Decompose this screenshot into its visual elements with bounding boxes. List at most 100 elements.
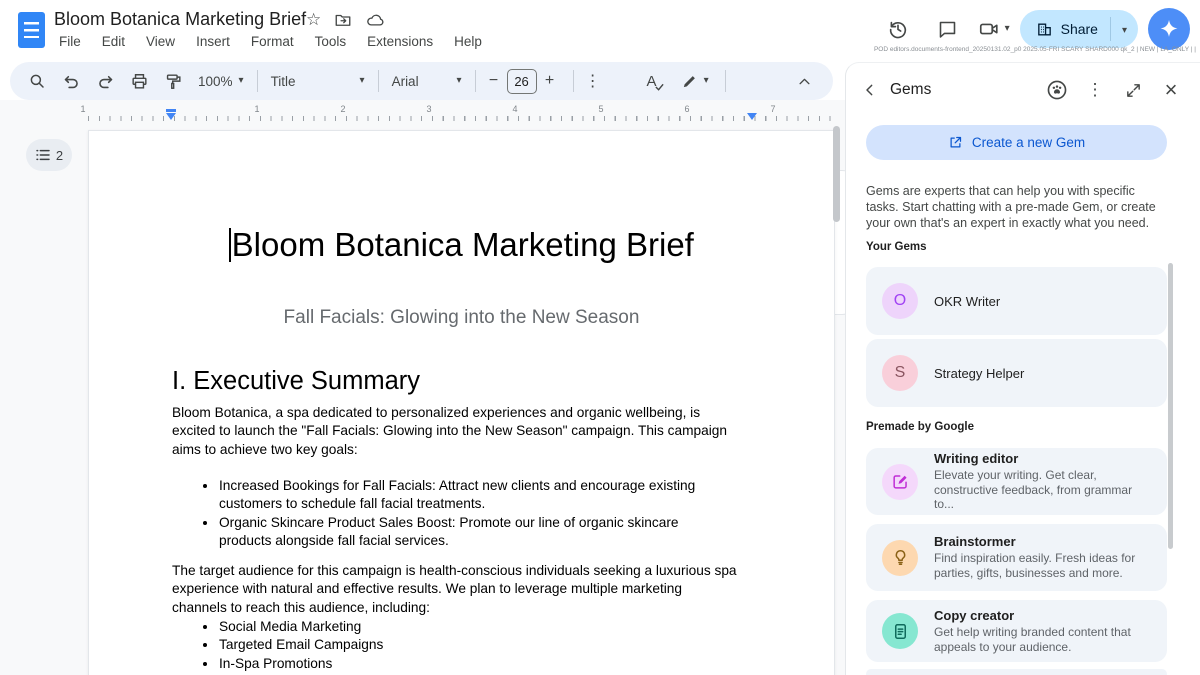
font-size-input[interactable]: 26: [507, 69, 537, 94]
gemini-button[interactable]: [1148, 8, 1190, 50]
document-title-input[interactable]: Bloom Botanica Marketing Brief: [54, 9, 306, 30]
paint-format-button[interactable]: [156, 66, 190, 96]
gems-description: Gems are experts that can help you with …: [866, 184, 1169, 231]
ruler-number: 5: [598, 104, 603, 114]
font-family-value: Arial: [392, 74, 419, 89]
right-indent-marker[interactable]: [747, 113, 757, 120]
gem-card-okr-writer[interactable]: O OKR Writer: [866, 267, 1167, 335]
document-lines-icon: [882, 613, 918, 649]
menu-file[interactable]: File: [52, 32, 88, 51]
gem-card-brainstormer[interactable]: Brainstormer Find inspiration easily. Fr…: [866, 524, 1167, 591]
paragraph-style-select[interactable]: Title ▾: [263, 66, 373, 96]
doc-bullet-item[interactable]: In-Spa Promotions: [218, 655, 734, 673]
undo-button[interactable]: [54, 66, 88, 96]
toolbar-divider: [475, 70, 476, 92]
menu-insert[interactable]: Insert: [189, 32, 237, 51]
comments-button[interactable]: [928, 9, 968, 49]
menu-help[interactable]: Help: [447, 32, 489, 51]
google-docs-window: Bloom Botanica Marketing Brief ☆ File Ed…: [0, 0, 1200, 675]
doc-bullet-item[interactable]: Increased Bookings for Fall Facials: Att…: [218, 477, 734, 514]
menu-tools[interactable]: Tools: [308, 32, 354, 51]
doc-bullet-item[interactable]: Organic Skincare Product Sales Boost: Pr…: [218, 514, 734, 551]
menu-format[interactable]: Format: [244, 32, 301, 51]
gem-card-writing-editor[interactable]: Writing editor Elevate your writing. Get…: [866, 448, 1167, 515]
editing-mode-select[interactable]: ▾: [673, 66, 717, 96]
dogfood-paw-icon[interactable]: [1042, 75, 1072, 105]
increase-font-size-button[interactable]: +: [537, 66, 563, 96]
gems-panel-scrollbar[interactable]: [1168, 263, 1173, 549]
zoom-caret-icon: ▾: [239, 76, 244, 86]
doc-bullet-list: Increased Bookings for Fall Facials: Att…: [172, 477, 734, 551]
google-docs-logo-icon[interactable]: [18, 12, 45, 48]
doc-heading-title[interactable]: Bloom Botanica Marketing Brief: [89, 226, 834, 264]
document-page[interactable]: Bloom Botanica Marketing Brief Fall Faci…: [88, 130, 835, 675]
gem-avatar: O: [882, 283, 918, 319]
move-folder-icon[interactable]: [334, 11, 352, 29]
meet-dropdown-caret-icon[interactable]: ▾: [1005, 24, 1010, 34]
zoom-select[interactable]: 100% ▾: [190, 66, 252, 96]
outline-list-icon: [35, 148, 51, 162]
font-caret-icon: ▾: [457, 76, 462, 86]
cloud-saved-icon[interactable]: [365, 11, 385, 29]
back-chevron-icon[interactable]: [862, 82, 878, 98]
first-line-indent-marker[interactable]: [166, 109, 176, 112]
hide-menus-button[interactable]: [787, 66, 821, 96]
menu-extensions[interactable]: Extensions: [360, 32, 440, 51]
domain-restricted-icon: [1036, 21, 1053, 38]
doc-bullet-item[interactable]: Targeted Email Campaigns: [218, 636, 734, 654]
gem-card-copy-creator[interactable]: Copy creator Get help writing branded co…: [866, 600, 1167, 662]
more-options-button[interactable]: ⋮: [579, 66, 607, 96]
horizontal-ruler[interactable]: 1 1 2 3 4 5 6 7: [0, 104, 845, 123]
ruler-number: 4: [512, 104, 517, 114]
menu-view[interactable]: View: [139, 32, 182, 51]
menu-edit[interactable]: Edit: [95, 32, 132, 51]
share-dropdown-button[interactable]: ▾: [1111, 20, 1138, 38]
document-scrollbar[interactable]: [833, 126, 840, 222]
menu-bar: File Edit View Insert Format Tools Exten…: [52, 32, 489, 51]
share-button[interactable]: Share: [1020, 10, 1110, 48]
left-indent-marker[interactable]: [166, 113, 176, 120]
app-header: Bloom Botanica Marketing Brief ☆ File Ed…: [0, 0, 1200, 62]
star-icon[interactable]: ☆: [306, 10, 321, 30]
toolbar-divider: [378, 70, 379, 92]
gem-card-strategy-helper[interactable]: S Strategy Helper: [866, 339, 1167, 407]
gem-description: Find inspiration easily. Fresh ideas for…: [934, 551, 1155, 581]
create-new-gem-button[interactable]: Create a new Gem: [866, 125, 1167, 160]
gems-more-options-button[interactable]: ⋮: [1080, 75, 1110, 105]
doc-subtitle[interactable]: Fall Facials: Glowing into the New Seaso…: [89, 307, 834, 329]
meet-presence-button[interactable]: ▾: [978, 18, 1010, 40]
gem-name: Brainstormer: [934, 534, 1155, 549]
redo-button[interactable]: [88, 66, 122, 96]
font-family-select[interactable]: Arial ▾: [384, 66, 470, 96]
zoom-value: 100%: [198, 74, 233, 89]
check-icon: [655, 83, 664, 91]
toolbar-divider: [725, 70, 726, 92]
version-history-button[interactable]: [878, 9, 918, 49]
gems-panel-title: Gems: [890, 81, 931, 99]
gem-name: Strategy Helper: [934, 366, 1024, 381]
doc-section-heading[interactable]: I. Executive Summary: [172, 367, 420, 396]
print-button[interactable]: [122, 66, 156, 96]
ruler-number: 3: [426, 104, 431, 114]
spelling-grammar-button[interactable]: A: [635, 66, 669, 96]
doc-paragraph[interactable]: The target audience for this campaign is…: [172, 562, 739, 617]
show-outline-button[interactable]: 2: [26, 139, 72, 171]
search-menus-button[interactable]: [20, 66, 54, 96]
share-button-label: Share: [1061, 21, 1098, 37]
gem-card-partial[interactable]: [866, 669, 1167, 675]
doc-title-actions: ☆: [306, 10, 385, 30]
document-workspace: 1 1 2 3 4 5 6 7 2 Bloom Botanica Marketi…: [0, 100, 845, 675]
outline-tab-count: 2: [56, 148, 63, 163]
expand-panel-icon[interactable]: [1118, 75, 1148, 105]
ruler-number: 2: [340, 104, 345, 114]
decrease-font-size-button[interactable]: −: [481, 66, 507, 96]
gemini-spark-icon: [1158, 18, 1180, 40]
gems-side-panel: Gems ⋮ ×: [845, 62, 1200, 675]
build-debug-text: POD editors.documents-frontend_20250131.…: [874, 46, 1196, 53]
open-in-new-icon: [948, 135, 963, 150]
ruler-number: 6: [684, 104, 689, 114]
doc-bullet-item[interactable]: Social Media Marketing: [218, 618, 734, 636]
close-panel-icon[interactable]: ×: [1156, 75, 1186, 105]
gem-name: Copy creator: [934, 608, 1155, 623]
doc-paragraph[interactable]: Bloom Botanica, a spa dedicated to perso…: [172, 404, 739, 459]
